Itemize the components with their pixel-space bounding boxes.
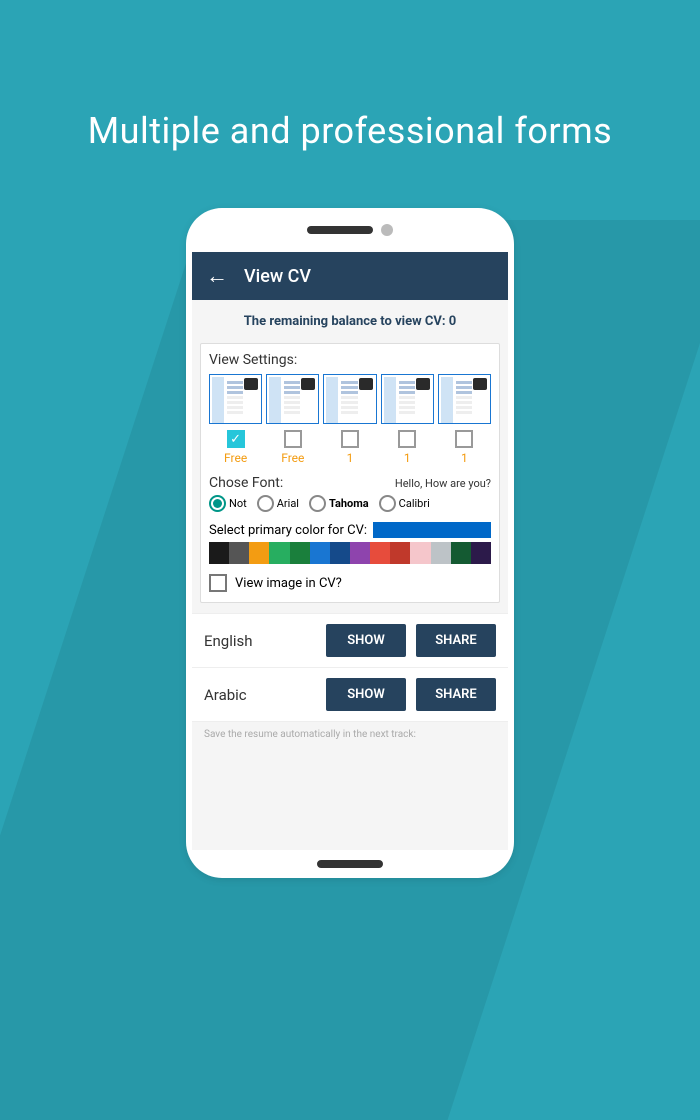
color-swatch[interactable] [330, 542, 350, 564]
template-option[interactable]: 1 [323, 374, 376, 465]
share-button[interactable]: SHARE [416, 624, 496, 657]
show-button[interactable]: SHOW [326, 678, 406, 711]
headline: Multiple and professional forms [0, 0, 700, 152]
color-swatch[interactable] [269, 542, 289, 564]
radio-icon[interactable] [309, 495, 326, 512]
radio-label: Arial [277, 497, 299, 510]
current-color-swatch [373, 522, 491, 538]
template-option[interactable]: 1 [381, 374, 434, 465]
radio-icon[interactable] [257, 495, 274, 512]
template-cost: 1 [404, 451, 411, 465]
color-swatch[interactable] [370, 542, 390, 564]
checkbox-icon[interactable] [455, 430, 473, 448]
language-row: English SHOW SHARE [192, 614, 508, 668]
color-swatch[interactable] [249, 542, 269, 564]
color-label: Select primary color for CV: [209, 523, 367, 538]
show-button[interactable]: SHOW [326, 624, 406, 657]
phone-top [186, 208, 514, 252]
radio-label: Calibri [399, 497, 430, 510]
color-swatch[interactable] [350, 542, 370, 564]
image-check-label: View image in CV? [235, 576, 342, 591]
phone-frame: ← View CV The remaining balance to view … [186, 208, 514, 878]
font-radio[interactable]: Calibri [379, 495, 430, 512]
share-button[interactable]: SHARE [416, 678, 496, 711]
checkbox-icon[interactable] [398, 430, 416, 448]
phone-bottom [186, 850, 514, 878]
template-option[interactable]: ✓ Free [209, 374, 262, 465]
color-swatch[interactable] [390, 542, 410, 564]
language-name: English [204, 632, 316, 650]
checkbox-icon[interactable] [284, 430, 302, 448]
template-thumb-icon [438, 374, 491, 424]
font-header: Chose Font: Hello, How are you? [209, 475, 491, 491]
radio-icon[interactable] [379, 495, 396, 512]
template-thumb-icon [323, 374, 376, 424]
font-radio[interactable]: Arial [257, 495, 299, 512]
template-cost: Free [281, 451, 304, 465]
screen: ← View CV The remaining balance to view … [192, 252, 508, 850]
font-radio[interactable]: Not [209, 495, 247, 512]
color-swatch[interactable] [209, 542, 229, 564]
radio-icon[interactable] [209, 495, 226, 512]
template-thumb-icon [381, 374, 434, 424]
font-radio[interactable]: Tahoma [309, 495, 369, 512]
template-cost: 1 [347, 451, 354, 465]
color-swatch[interactable] [290, 542, 310, 564]
radio-label: Tahoma [329, 497, 369, 510]
color-row: Select primary color for CV: [209, 522, 491, 538]
home-bar-icon [317, 860, 383, 868]
template-cost: Free [224, 451, 247, 465]
font-preview: Hello, How are you? [395, 477, 491, 490]
template-cost: 1 [461, 451, 468, 465]
font-radios: Not Arial Tahoma Calibri [209, 495, 491, 512]
radio-label: Not [229, 497, 247, 510]
template-option[interactable]: Free [266, 374, 319, 465]
speaker-icon [307, 226, 373, 234]
balance-text: The remaining balance to view CV: 0 [192, 300, 508, 339]
template-option[interactable]: 1 [438, 374, 491, 465]
color-swatch[interactable] [310, 542, 330, 564]
template-list: ✓ Free Free 1 1 1 [209, 374, 491, 465]
back-arrow-icon[interactable]: ← [206, 263, 228, 289]
color-swatch[interactable] [410, 542, 430, 564]
check-icon[interactable]: ✓ [227, 430, 245, 448]
footnote: Save the resume automatically in the nex… [192, 722, 508, 741]
color-swatches [209, 542, 491, 564]
image-check-row[interactable]: View image in CV? [209, 574, 491, 592]
color-swatch[interactable] [229, 542, 249, 564]
font-label: Chose Font: [209, 475, 283, 491]
language-name: Arabic [204, 686, 316, 704]
language-row: Arabic SHOW SHARE [192, 668, 508, 722]
view-settings-label: View Settings: [209, 352, 491, 368]
appbar-title: View CV [244, 266, 311, 287]
appbar: ← View CV [192, 252, 508, 300]
template-thumb-icon [266, 374, 319, 424]
color-swatch[interactable] [431, 542, 451, 564]
view-settings-card: View Settings: ✓ Free Free 1 1 1 Chose Font: … [200, 343, 500, 603]
template-thumb-icon [209, 374, 262, 424]
checkbox-icon[interactable] [209, 574, 227, 592]
color-swatch[interactable] [471, 542, 491, 564]
language-block: English SHOW SHARE Arabic SHOW SHARE [192, 613, 508, 722]
color-swatch[interactable] [451, 542, 471, 564]
checkbox-icon[interactable] [341, 430, 359, 448]
camera-icon [381, 224, 393, 236]
